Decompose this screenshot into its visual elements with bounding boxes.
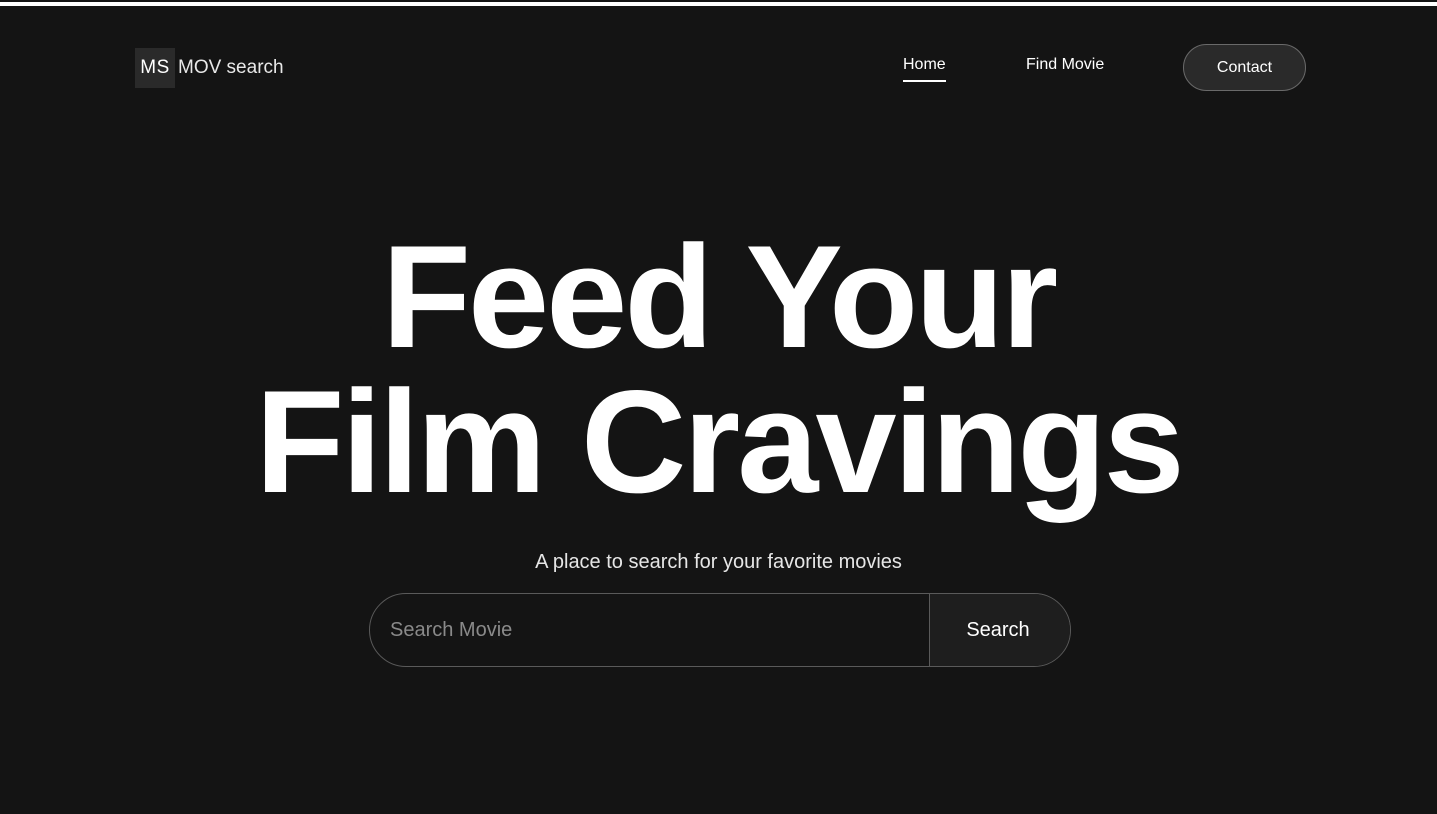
search-button[interactable]: Search xyxy=(929,594,1070,666)
nav-find-movie[interactable]: Find Movie xyxy=(1026,56,1104,74)
hero-title-line-1: Feed Your xyxy=(381,215,1058,378)
top-divider xyxy=(0,2,1437,6)
logo-mark: MS xyxy=(135,48,175,88)
hero-title-line-2: Film Cravings xyxy=(255,360,1184,523)
nav-home[interactable]: Home xyxy=(903,56,946,82)
logo-link[interactable]: MS MOV search xyxy=(135,48,284,88)
search-form: Search xyxy=(369,593,1071,667)
search-input[interactable] xyxy=(370,594,929,666)
contact-button[interactable]: Contact xyxy=(1183,44,1306,91)
page: MS MOV search Home Find Movie Contact Fe… xyxy=(0,0,1437,814)
logo-text: MOV search xyxy=(178,57,284,78)
hero-subtitle: A place to search for your favorite movi… xyxy=(535,551,902,573)
hero-title: Feed Your Film Cravings xyxy=(0,215,1437,523)
